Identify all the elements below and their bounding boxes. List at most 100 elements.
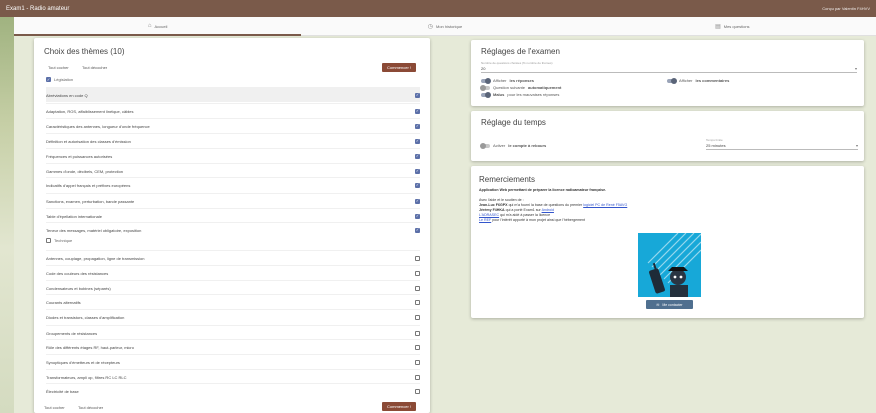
operator-graphic (647, 233, 701, 297)
theme-row[interactable]: Synoptiques d'émetteurs et de récepteurs (46, 354, 420, 369)
thanks-line-2-name: Jérémy F4HKA (479, 208, 505, 212)
theme-checkbox[interactable]: ✓ (415, 198, 420, 204)
theme-label: Rôle des différents étages RF, haut-parl… (46, 344, 134, 350)
theme-checkbox[interactable]: ✓ (415, 227, 420, 233)
start-button-bottom[interactable]: Commencer ! (382, 402, 417, 411)
thanks-line-4-link[interactable]: Le REF (479, 218, 491, 222)
theme-row[interactable]: Adaptation, ROS, affaiblissement linéiqu… (46, 103, 420, 118)
theme-row[interactable]: Code des couleurs des résistances (46, 265, 420, 280)
time-limit-select[interactable]: Temps limite 25 minutes ▾ (706, 138, 858, 150)
theme-row[interactable]: Indicatifs d'appel français et préfixes … (46, 177, 420, 192)
themes-title: Choix des thèmes (10) (44, 47, 125, 56)
question-count-select[interactable]: Nombre de questions choisies (% nombre d… (481, 61, 857, 73)
show-answers-prefix: Afficher (493, 78, 507, 83)
theme-row[interactable]: Table d'épellation internationale ✓ (46, 208, 420, 223)
check-all-button-bottom[interactable]: Tout cocher (44, 405, 65, 410)
theme-checkbox[interactable] (415, 344, 420, 350)
start-button-top[interactable]: Commencer ! (382, 63, 417, 72)
theme-label: Antennes, couplage, propagation, ligne d… (46, 255, 145, 261)
thanks-line-2-link[interactable]: Android (542, 208, 554, 212)
theme-label: Synoptiques d'émetteurs et de récepteurs (46, 359, 120, 365)
toggle-switch[interactable] (480, 84, 490, 91)
theme-checkbox[interactable]: ✓ (415, 108, 420, 114)
theme-checkbox[interactable]: ✓ (415, 213, 420, 219)
thanks-line-4: Le REF pour l'intérêt apporté à mon proj… (479, 218, 585, 223)
show-answers-bold: les réponses (509, 78, 534, 83)
technique-checkbox[interactable] (46, 238, 51, 243)
legislation-group[interactable]: ✓ Législation (46, 77, 73, 82)
theme-checkbox[interactable] (415, 359, 420, 365)
theme-label: Définition et autorisation des classes d… (46, 138, 131, 144)
thanks-line-3-text: qui m'a aidé à passer la licence (500, 213, 551, 217)
theme-row[interactable]: Sanctions, examen, perturbation, bande p… (46, 193, 420, 208)
theme-row[interactable]: Antennes, couplage, propagation, ligne d… (46, 250, 420, 265)
thanks-line-1-link[interactable]: logiciel PC de René F5AVG (583, 203, 627, 207)
theme-checkbox[interactable]: ✓ (415, 123, 420, 129)
uncheck-all-button-bottom[interactable]: Tout décocher (78, 405, 103, 410)
show-comments-toggle[interactable]: Afficher les commentaires (667, 77, 730, 84)
question-count-value: 20 (481, 66, 486, 71)
show-answers-toggle[interactable]: Afficher les réponses (481, 77, 534, 84)
check-all-button[interactable]: Tout cocher (48, 65, 69, 70)
show-comments-bold: les commentaires (695, 78, 730, 83)
thanks-line-3-link[interactable]: L'ADRASEC (479, 213, 499, 217)
uncheck-all-button[interactable]: Tout décocher (82, 65, 107, 70)
technique-label: Technique (54, 238, 73, 243)
themes-card: Choix des thèmes (10) Tout cocher Tout d… (34, 38, 430, 413)
theme-row[interactable]: Gammes d'onde, décibels, CEM, protection… (46, 163, 420, 178)
theme-row[interactable]: Abréviations en code Q ✓ (46, 87, 420, 102)
chevron-down-icon: ▾ (854, 66, 857, 71)
theme-row[interactable]: Fréquences et puissances autorisées ✓ (46, 148, 420, 163)
theme-row[interactable]: Transformateurs, ampli op, filtres RC LC… (46, 369, 420, 384)
theme-label: Courants alternatifs (46, 299, 81, 305)
tab-questions-label: Mes questions (723, 23, 750, 29)
tab-questions[interactable]: ▤ Mes questions (589, 17, 876, 35)
tab-history-label: Mon historique (435, 23, 463, 29)
theme-checkbox[interactable]: ✓ (415, 168, 420, 174)
theme-checkbox[interactable] (415, 330, 420, 336)
theme-label: Électricité de base (46, 388, 79, 394)
theme-label: Groupements de résistances (46, 330, 98, 336)
toggle-switch[interactable] (481, 77, 491, 84)
auto-next-toggle[interactable]: Question suivante automatiquement (480, 84, 561, 91)
tab-home-label: Accueil (154, 23, 168, 29)
tab-history[interactable]: ◷ Mon historique (301, 17, 588, 35)
tab-home[interactable]: ⌂ Accueil (14, 17, 302, 36)
technique-group[interactable]: Technique (46, 238, 72, 243)
toggle-switch[interactable] (481, 91, 491, 98)
time-limit-value: 25 minutes (706, 143, 726, 148)
penalty-toggle[interactable]: Malus pour les mauvaises réponses (481, 91, 559, 98)
theme-checkbox[interactable] (415, 299, 420, 305)
time-settings-card: Réglage du temps Activer le compte à rebo… (471, 111, 864, 161)
countdown-toggle[interactable]: Activer le compte à rebours (480, 142, 546, 149)
thanks-intro: Avec l'aide et le soutien de : (479, 198, 524, 202)
contact-label: Me contacter (662, 302, 683, 307)
theme-row[interactable]: Condensateurs et bobines (séparés) (46, 280, 420, 295)
theme-row[interactable]: Teneur des messages, matériel obligatoir… (46, 222, 420, 237)
theme-row[interactable]: Courants alternatifs (46, 294, 420, 309)
contact-button[interactable]: ✉ Me contacter (646, 300, 693, 309)
theme-checkbox[interactable]: ✓ (415, 153, 420, 159)
theme-checkbox[interactable] (415, 255, 420, 261)
theme-checkbox[interactable] (415, 285, 420, 291)
theme-row[interactable]: Rôle des différents étages RF, haut-parl… (46, 339, 420, 354)
theme-label: Code des couleurs des résistances (46, 270, 109, 276)
theme-checkbox[interactable] (415, 374, 420, 380)
toggle-switch[interactable] (667, 77, 677, 84)
legislation-checkbox[interactable]: ✓ (46, 77, 51, 82)
theme-checkbox[interactable]: ✓ (415, 138, 420, 144)
theme-checkbox[interactable]: ✓ (415, 182, 420, 188)
theme-checkbox[interactable] (415, 388, 420, 394)
theme-row[interactable]: Groupements de résistances (46, 325, 420, 340)
toggle-switch[interactable] (480, 142, 490, 149)
theme-checkbox[interactable] (415, 314, 420, 320)
theme-row[interactable]: Électricité de base (46, 383, 420, 398)
theme-row[interactable]: Caractéristiques des antennes, longueur … (46, 118, 420, 133)
app-root: Exam1 - Radio amateur Conçu par Valentin… (0, 0, 876, 413)
time-limit-caption: Temps limite (706, 138, 723, 142)
theme-checkbox[interactable] (415, 270, 420, 276)
radio-operator-illustration (638, 233, 701, 297)
theme-checkbox[interactable]: ✓ (415, 92, 420, 98)
theme-row[interactable]: Définition et autorisation des classes d… (46, 133, 420, 148)
theme-row[interactable]: Diodes et transistors, classes d'amplifi… (46, 309, 420, 324)
